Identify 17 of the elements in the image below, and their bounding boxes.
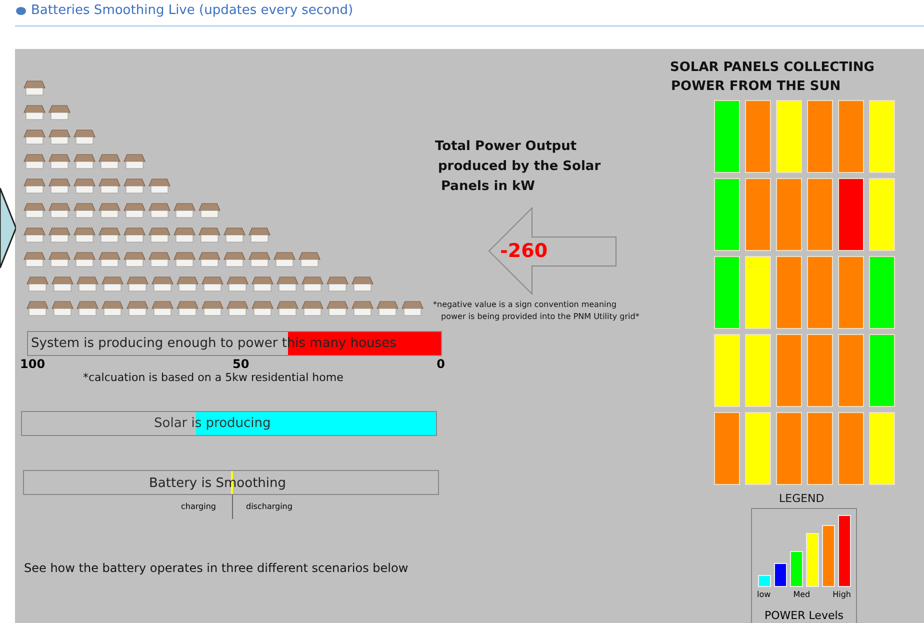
- legend-label: Med: [793, 588, 810, 600]
- scale-label: 100: [20, 358, 46, 370]
- power-output-value: -260: [500, 239, 548, 264]
- scale-label: 50: [232, 358, 250, 370]
- legend-label: High: [832, 588, 851, 600]
- footnote: *calcuation is based on a 5kw residential home: [83, 370, 344, 386]
- discharging-label: discharging: [246, 500, 292, 512]
- section-title: Batteries Smoothing Live (updates every second): [31, 2, 354, 20]
- scale-label: 0: [436, 358, 445, 370]
- solar-panels-title: SOLAR PANELS COLLECTING POWER FROM THE SUN: [670, 59, 876, 96]
- charging-label: charging: [181, 500, 216, 512]
- scenarios-text: See how the battery operates in three different scenarios below: [24, 560, 410, 576]
- legend-caption: POWER Levels: [764, 608, 844, 623]
- power-output-title: Total Power Output produced by the Solar Panels in kW: [435, 138, 602, 196]
- legend-label: low: [757, 588, 771, 600]
- legend-title: LEGEND: [779, 491, 826, 507]
- sign-convention-note: *negative value is a sign convention meaning power is being provided into the PNM Utility grid*: [433, 299, 640, 323]
